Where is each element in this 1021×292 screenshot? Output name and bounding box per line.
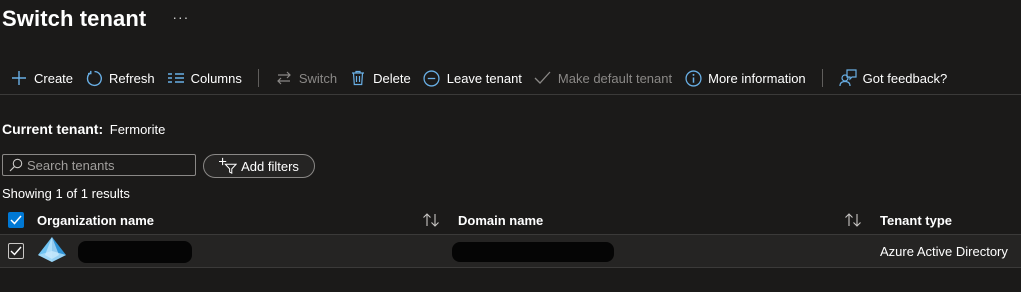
info-icon — [684, 69, 702, 87]
sort-organization-button[interactable] — [422, 206, 440, 234]
column-header-organization-label: Organization name — [37, 212, 155, 228]
columns-icon — [167, 69, 185, 87]
column-header-domain[interactable]: Domain name — [458, 206, 543, 234]
feedback-button[interactable]: Got feedback? — [839, 69, 948, 87]
current-tenant-value: Fermorite — [109, 122, 166, 137]
delete-button[interactable]: Delete — [349, 69, 411, 87]
more-information-label: More information — [708, 70, 806, 86]
switch-arrows-icon — [275, 69, 293, 87]
more-options-icon[interactable]: ··· — [172, 10, 189, 24]
search-input[interactable] — [27, 157, 187, 173]
current-tenant: Current tenant: Fermorite — [2, 121, 165, 137]
title-row: Switch tenant ··· — [2, 4, 189, 34]
make-default-label: Make default tenant — [557, 70, 673, 86]
switch-button[interactable]: Switch — [275, 69, 337, 87]
make-default-tenant-button[interactable]: Make default tenant — [534, 69, 672, 87]
column-header-organization[interactable]: Organization name — [37, 206, 154, 234]
command-bar: Create Refresh Columns Switch Delete Lea… — [0, 62, 1021, 95]
leave-tenant-label: Leave tenant — [446, 70, 522, 86]
more-information-button[interactable]: More information — [684, 69, 806, 87]
page-title: Switch tenant — [2, 6, 147, 31]
results-count: Showing 1 of 1 results — [2, 186, 130, 201]
trash-icon — [349, 69, 367, 87]
add-filters-label: Add filters — [241, 158, 299, 174]
feedback-person-icon — [839, 69, 857, 87]
toolbar-divider — [821, 69, 823, 87]
table-row[interactable]: Azure Active Directory — [0, 235, 1021, 268]
filter-add-icon — [219, 157, 238, 175]
column-header-domain-label: Domain name — [458, 212, 544, 228]
sort-domain-button[interactable] — [844, 206, 862, 234]
create-label: Create — [34, 70, 74, 86]
minus-circle-icon — [423, 69, 441, 87]
redacted-organization-name — [78, 241, 192, 263]
delete-label: Delete — [373, 70, 411, 86]
leave-tenant-button[interactable]: Leave tenant — [423, 69, 522, 87]
column-header-tenant-type-label: Tenant type — [880, 212, 952, 228]
tenant-type-value: Azure Active Directory — [880, 243, 1008, 259]
refresh-button[interactable]: Refresh — [85, 69, 155, 87]
create-button[interactable]: Create — [10, 69, 73, 87]
row-checkbox[interactable] — [8, 243, 24, 259]
select-all-cell — [8, 206, 24, 234]
azure-ad-pyramid-icon — [36, 235, 68, 268]
refresh-label: Refresh — [109, 70, 155, 86]
switch-label: Switch — [298, 70, 338, 86]
select-all-checkbox[interactable] — [8, 212, 24, 228]
add-filters-button[interactable]: Add filters — [203, 154, 315, 178]
feedback-label: Got feedback? — [862, 70, 948, 86]
tenant-type-cell: Azure Active Directory — [880, 235, 1008, 267]
refresh-icon — [85, 69, 103, 87]
search-icon — [9, 158, 23, 172]
sort-arrows-icon — [844, 213, 862, 227]
columns-button[interactable]: Columns — [167, 69, 242, 87]
current-tenant-label: Current tenant: — [2, 121, 104, 137]
redacted-domain-name — [452, 242, 614, 262]
tenant-logo-cell — [36, 235, 68, 267]
sort-arrows-icon — [422, 213, 440, 227]
toolbar-divider — [257, 69, 259, 87]
checkmark-icon — [534, 69, 552, 87]
grid-header: Organization name Domain name Tenant typ… — [0, 206, 1021, 235]
columns-label: Columns — [190, 70, 242, 86]
tenants-grid: Organization name Domain name Tenant typ… — [0, 206, 1021, 268]
search-box[interactable] — [2, 154, 196, 176]
row-select-cell — [8, 235, 24, 267]
plus-icon — [10, 69, 28, 87]
column-header-tenant-type[interactable]: Tenant type — [880, 206, 952, 234]
